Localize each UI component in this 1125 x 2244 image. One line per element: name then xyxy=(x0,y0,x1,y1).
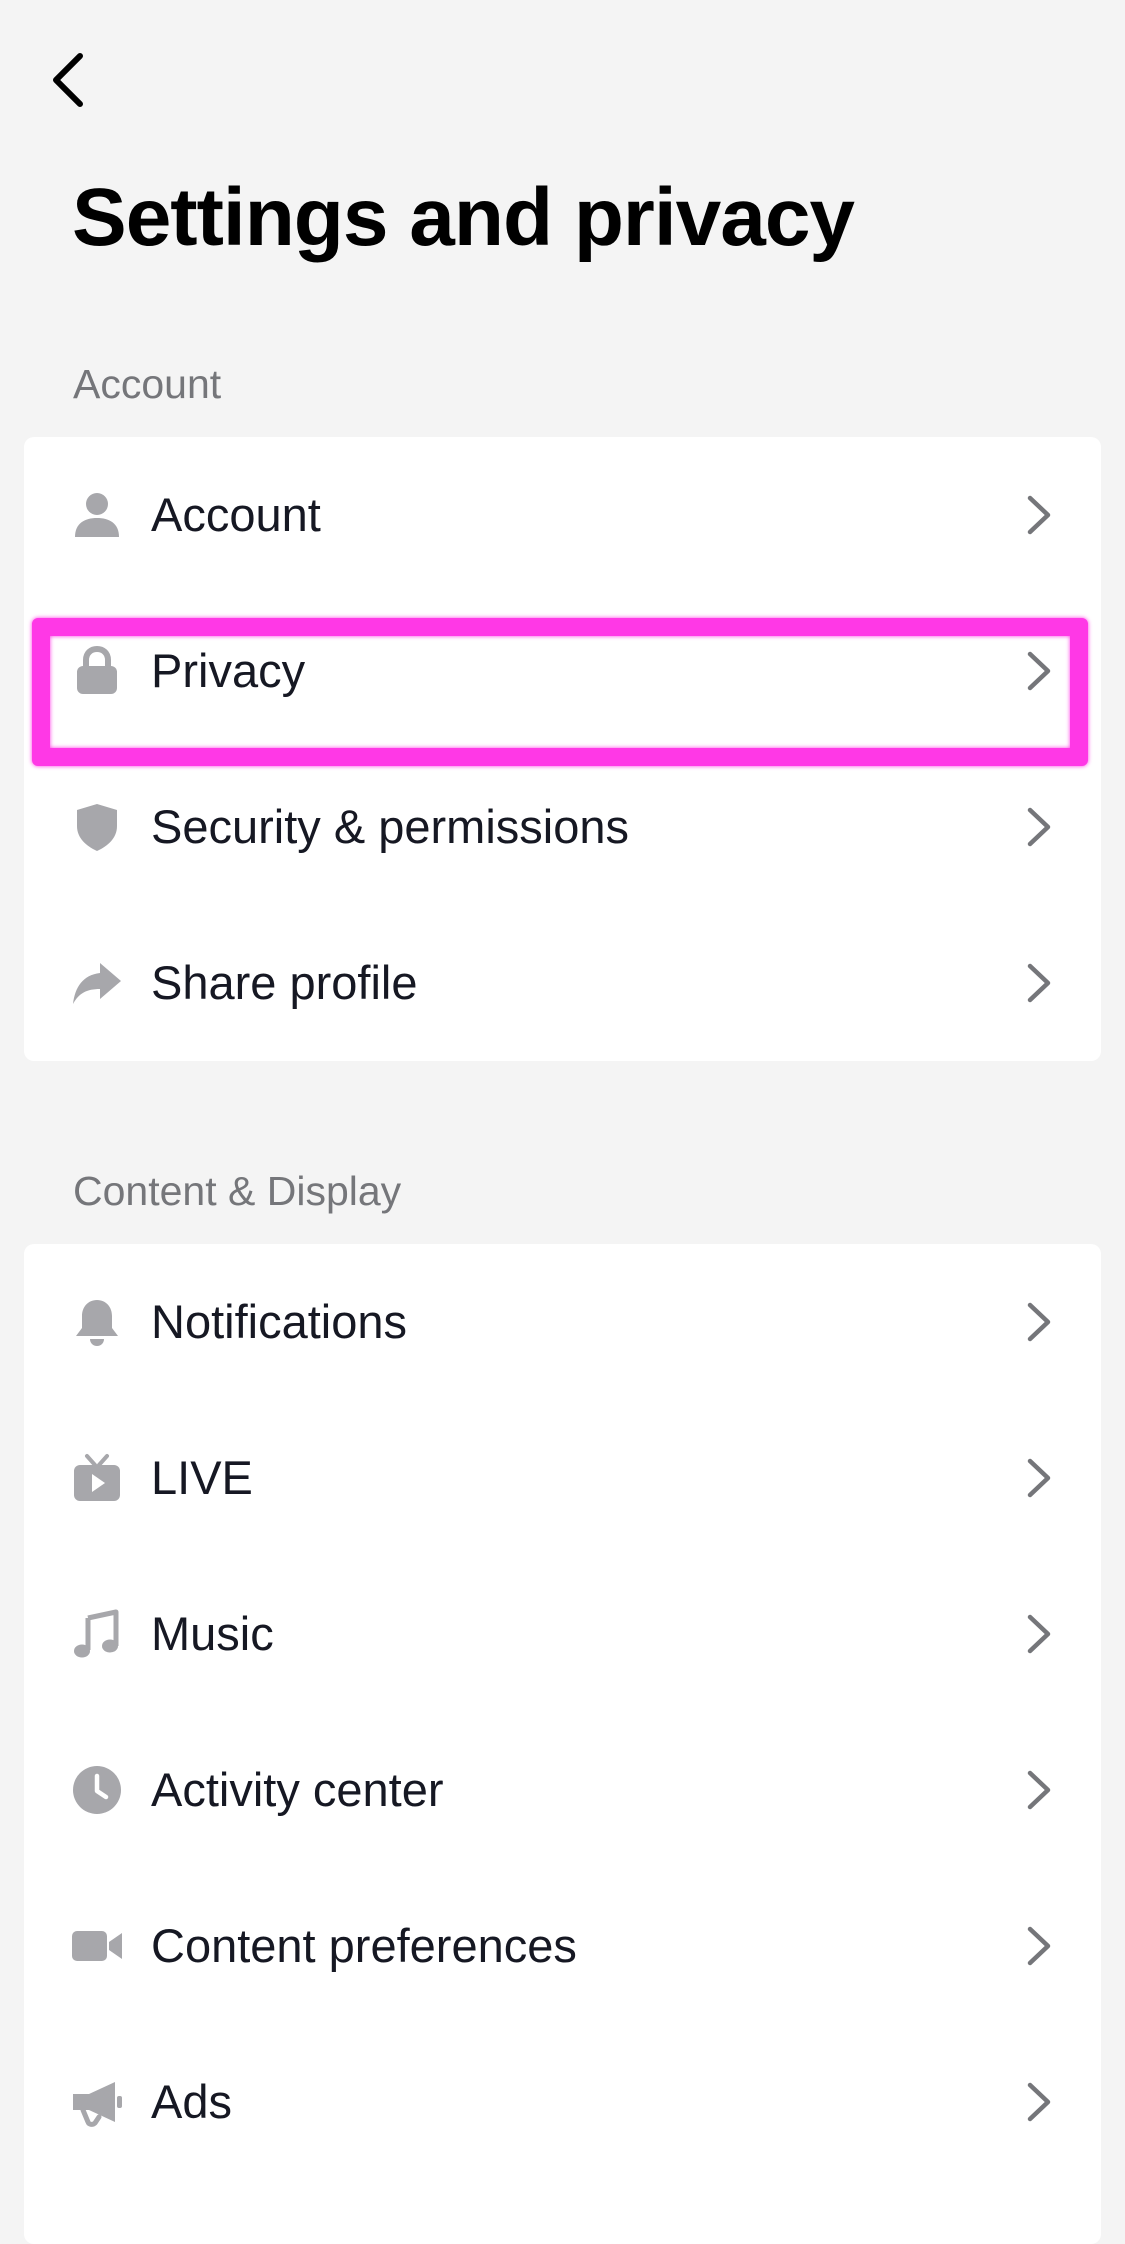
chevron-right-icon xyxy=(1027,807,1051,847)
person-icon xyxy=(69,487,125,543)
settings-item-label: Ads xyxy=(151,2075,232,2128)
share-icon xyxy=(69,955,125,1011)
settings-item-label: Share profile xyxy=(151,956,418,1009)
settings-item-security-permissions[interactable]: Security & permissions xyxy=(24,749,1101,905)
video-camera-icon xyxy=(69,1918,125,1974)
settings-item-music[interactable]: Music xyxy=(24,1556,1101,1712)
clock-icon xyxy=(69,1762,125,1818)
back-button[interactable] xyxy=(40,48,96,112)
music-note-icon xyxy=(69,1606,125,1662)
settings-item-label: Privacy xyxy=(151,644,306,697)
settings-item-notifications[interactable]: Notifications xyxy=(24,1244,1101,1400)
chevron-right-icon xyxy=(1027,1302,1051,1342)
chevron-right-icon xyxy=(1027,1458,1051,1498)
shield-icon xyxy=(69,799,125,855)
chevron-right-icon xyxy=(1027,495,1051,535)
settings-item-privacy[interactable]: Privacy xyxy=(24,593,1101,749)
chevron-right-icon xyxy=(1027,963,1051,1003)
settings-item-activity-center[interactable]: Activity center xyxy=(24,1712,1101,1868)
chevron-right-icon xyxy=(1027,1614,1051,1654)
bell-icon xyxy=(69,1294,125,1350)
settings-item-label: Activity center xyxy=(151,1763,444,1816)
settings-item-label: Account xyxy=(151,488,321,541)
settings-item-ads[interactable]: Ads xyxy=(24,2024,1101,2180)
section-header-account: Account xyxy=(73,361,222,407)
content-display-settings-card: Notifications LIVE Music Activity center… xyxy=(24,1244,1101,2244)
chevron-right-icon xyxy=(1027,1926,1051,1966)
chevron-left-icon xyxy=(53,53,83,107)
settings-item-label: LIVE xyxy=(151,1451,253,1504)
settings-item-share-profile[interactable]: Share profile xyxy=(24,905,1101,1061)
settings-item-label: Notifications xyxy=(151,1295,407,1348)
settings-item-account[interactable]: Account xyxy=(24,437,1101,593)
account-settings-card: Account Privacy Security & permissions S… xyxy=(24,437,1101,1061)
chevron-right-icon xyxy=(1027,651,1051,691)
chevron-right-icon xyxy=(1027,2082,1051,2122)
settings-item-live[interactable]: LIVE xyxy=(24,1400,1101,1556)
chevron-right-icon xyxy=(1027,1770,1051,1810)
megaphone-icon xyxy=(69,2074,125,2130)
settings-item-label: Security & permissions xyxy=(151,800,629,853)
settings-item-label: Content preferences xyxy=(151,1919,577,1972)
live-tv-icon xyxy=(69,1450,125,1506)
settings-item-label: Music xyxy=(151,1607,274,1660)
page-title: Settings and privacy xyxy=(72,172,855,263)
section-header-content-display: Content & Display xyxy=(73,1168,402,1214)
lock-icon xyxy=(69,643,125,699)
settings-item-content-preferences[interactable]: Content preferences xyxy=(24,1868,1101,2024)
